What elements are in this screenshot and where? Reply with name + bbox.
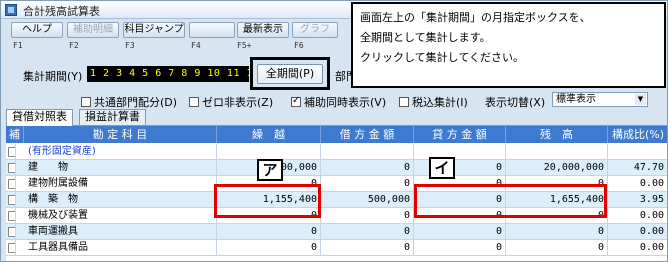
carry-cell: 0 (217, 240, 321, 255)
display-switch-label: 表示切替(X) (485, 96, 546, 109)
ratio-cell: 0.00 (608, 240, 667, 255)
ratio-cell: 47.70 (608, 160, 667, 175)
window-title: 合計残高試算表 (23, 5, 100, 18)
fkey-label: F4 (191, 41, 201, 50)
app-icon (5, 4, 17, 16)
fkey-label: F2 (69, 41, 79, 50)
account-jump-button[interactable]: 科目ジャンプ (123, 22, 185, 38)
column-header: 借 方 金 額 (321, 126, 414, 143)
balance-highlight (414, 184, 607, 218)
account-name-cell: 工具器具備品 (24, 240, 217, 255)
column-header: 補 (6, 126, 24, 143)
zero-hide-label: ゼロ非表示(Z) (202, 96, 274, 109)
ratio-cell: 0.00 (608, 176, 667, 191)
table-row[interactable]: 建 物 20,000,000 0 0 20,000,000 47.70 (6, 160, 667, 176)
sub-marker-icon (6, 176, 16, 191)
debit-cell: 0 (321, 176, 414, 191)
account-name-cell: (有形固定資産) (24, 144, 217, 159)
fkey-label: F1 (13, 41, 23, 50)
balance-cell: 20,000,000 (506, 160, 608, 175)
ratio-cell (608, 144, 667, 159)
period-label: 集計期間(Y) (23, 70, 83, 83)
fkey-label: F3 (125, 41, 135, 50)
sub-sync-label: 補助同時表示(V) (304, 96, 387, 109)
tab-income-statement[interactable]: 損益計算書 (79, 109, 146, 125)
all-period-button[interactable]: 全期間(P) (257, 64, 323, 84)
dept-alloc-label: 共通部門配分(D) (94, 96, 178, 109)
account-name-cell: 建物附属設備 (24, 176, 217, 191)
carry-cell (217, 144, 321, 159)
callout-line-2: 全期間として集計します。 (360, 31, 491, 44)
tag-i: イ (429, 157, 455, 179)
credit-cell: 0 (414, 240, 506, 255)
debit-cell (321, 144, 414, 159)
column-header: 貸 方 金 額 (414, 126, 506, 143)
tax-incl-option[interactable]: 税込集計(I) (399, 94, 468, 110)
balance-cell: 0 (506, 240, 608, 255)
ratio-cell: 0.00 (608, 224, 667, 239)
sub-marker-icon (6, 192, 16, 207)
sub-detail-button[interactable]: 補助明細 (67, 22, 119, 38)
debit-cell: 500,000 (321, 192, 414, 207)
zero-hide-checkbox[interactable] (189, 97, 199, 107)
dept-alloc-checkbox[interactable] (81, 97, 91, 107)
debit-cell: 0 (321, 208, 414, 223)
account-name-cell: 建 物 (24, 160, 217, 175)
account-name-cell: 車両運搬具 (24, 224, 217, 239)
app-window: 合計残高試算表 ヘルプ F1 補助明細 F2 科目ジャンプ F3 F4 最新表示… (0, 0, 668, 262)
sub-marker-icon (6, 160, 16, 175)
callout-line-4: クリックして集計してください。 (360, 51, 525, 64)
account-name-cell: 機械及び装置 (24, 208, 217, 223)
account-name-cell: 構 築 物 (24, 192, 217, 207)
ratio-cell: 0.00 (608, 208, 667, 223)
refresh-button[interactable]: 最新表示 (237, 22, 289, 38)
column-header: 残 高 (506, 126, 608, 143)
column-header: 構成比(%) (608, 126, 667, 143)
tag-a: ア (257, 159, 283, 181)
carry-cell: 0 (217, 224, 321, 239)
sub-marker-icon (6, 144, 16, 159)
credit-cell (414, 144, 506, 159)
help-button[interactable]: ヘルプ (11, 22, 63, 38)
debit-cell: 0 (321, 240, 414, 255)
instruction-callout: 画面左上の「集計期間」の月指定ボックスを、 全期間として集計します。 クリックし… (351, 2, 666, 88)
callout-line-1: 画面左上の「集計期間」の月指定ボックスを、 (360, 11, 591, 24)
sub-marker-icon (6, 240, 16, 255)
fkey-label: F6 (294, 41, 304, 50)
balance-cell (506, 144, 608, 159)
sub-sync-option[interactable]: 補助同時表示(V) (291, 94, 386, 110)
chevron-down-icon[interactable]: ▼ (635, 94, 646, 105)
sub-marker-icon (6, 208, 16, 223)
carry-highlight (214, 184, 321, 218)
sub-marker-icon (6, 224, 16, 239)
month-selector[interactable]: 1 2 3 4 5 6 7 8 9 10 11 12 決 (87, 66, 249, 82)
display-switch-select[interactable]: 標準表示 ▼ (552, 92, 648, 107)
sub-sync-checkbox[interactable] (291, 95, 301, 107)
ratio-cell: 3.95 (608, 192, 667, 207)
credit-cell: 0 (414, 160, 506, 175)
debit-cell: 0 (321, 224, 414, 239)
display-switch-value: 標準表示 (556, 94, 596, 105)
tax-incl-checkbox[interactable] (399, 97, 409, 107)
zero-hide-option[interactable]: ゼロ非表示(Z) (189, 94, 273, 110)
debit-cell: 0 (321, 160, 414, 175)
credit-cell: 0 (414, 224, 506, 239)
graph-button[interactable]: グラフ (292, 22, 338, 38)
fkey-label: F5+ (237, 41, 252, 50)
column-header: 繰 越 (217, 126, 321, 143)
table-row[interactable]: 工具器具備品 0 0 0 0 0.00 (6, 240, 667, 256)
table-row[interactable]: (有形固定資産) (6, 144, 667, 160)
tab-balance-sheet[interactable]: 貸借対照表 (6, 109, 73, 126)
column-header: 勘 定 科 目 (24, 126, 217, 143)
balance-cell: 0 (506, 224, 608, 239)
table-row[interactable]: 車両運搬具 0 0 0 0 0.00 (6, 224, 667, 240)
dept-alloc-option[interactable]: 共通部門配分(D) (81, 94, 177, 110)
tax-incl-label: 税込集計(I) (412, 96, 468, 109)
blank-button[interactable] (189, 22, 235, 38)
